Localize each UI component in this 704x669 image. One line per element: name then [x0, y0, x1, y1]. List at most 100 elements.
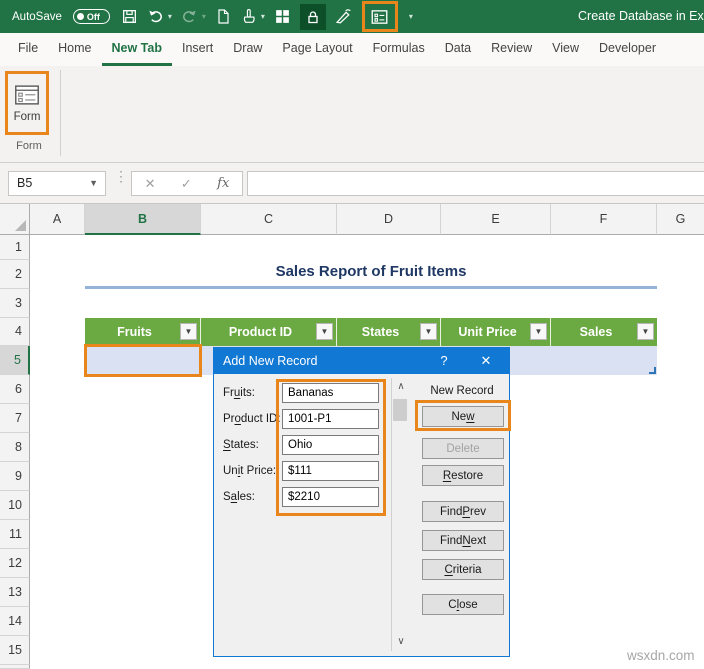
row-header-7[interactable]: 7: [0, 404, 30, 433]
enter-icon[interactable]: ✓: [181, 176, 192, 192]
table-header-states-label: States: [361, 325, 400, 339]
cancel-icon[interactable]: ✕: [145, 176, 156, 192]
quick-access-toolbar: ▾ ▾ ▾ ▾: [121, 1, 413, 32]
save-icon[interactable]: [121, 4, 138, 30]
formula-bar-grip[interactable]: ⋮: [114, 168, 128, 185]
redo-dropdown-icon[interactable]: ▾: [202, 12, 206, 21]
name-box-dropdown-icon[interactable]: ▼: [89, 172, 98, 195]
column-headers: A B C D E F G: [0, 204, 704, 235]
undo-dropdown-icon[interactable]: ▾: [168, 12, 172, 21]
field-label-states: States:: [223, 439, 259, 451]
row-header-1[interactable]: 1: [0, 235, 30, 260]
row-header-12[interactable]: 12: [0, 549, 30, 578]
column-header-f[interactable]: F: [551, 204, 657, 235]
new-file-icon[interactable]: [215, 4, 231, 30]
name-box[interactable]: B5 ▼: [8, 171, 106, 196]
formula-bar: B5 ▼ ⋮ ✕ ✓ fx: [0, 163, 704, 204]
table-header-unit-price-label: Unit Price: [458, 325, 517, 339]
dialog-title-bar[interactable]: Add New Record: [214, 348, 509, 374]
row-header-14[interactable]: 14: [0, 607, 30, 636]
table-header-sales-label: Sales: [579, 325, 613, 339]
form-button-label: Form: [13, 110, 41, 123]
toggle-knob: [76, 13, 84, 20]
filter-dropdown-icon[interactable]: ▼: [637, 323, 654, 340]
find-prev-button[interactable]: Find Prev: [422, 501, 504, 522]
row-header-3[interactable]: 3: [0, 289, 30, 318]
autosave-state: Off: [86, 11, 100, 22]
select-all-triangle-icon: [15, 220, 26, 231]
row-header-13[interactable]: 13: [0, 578, 30, 607]
row-header-10[interactable]: 10: [0, 491, 30, 520]
autosave-label: AutoSave: [12, 10, 62, 23]
row-header-9[interactable]: 9: [0, 462, 30, 491]
more-commands-icon[interactable]: ▾: [409, 12, 413, 21]
touch-mode-icon[interactable]: [240, 4, 257, 30]
column-header-g[interactable]: G: [657, 204, 704, 235]
touch-mode-dropdown-icon[interactable]: ▾: [261, 12, 265, 21]
insert-function-icon[interactable]: fx: [217, 176, 229, 191]
row-header-8[interactable]: 8: [0, 433, 30, 462]
record-status-label: New Record: [430, 385, 494, 397]
tab-home[interactable]: Home: [48, 33, 101, 66]
table-resize-handle[interactable]: [649, 367, 656, 374]
formula-input[interactable]: [247, 171, 704, 196]
scroll-down-icon[interactable]: ∨: [393, 634, 409, 649]
row-header-5[interactable]: 5: [0, 346, 30, 375]
close-button[interactable]: Cl ose: [422, 594, 504, 615]
table-header-states: States ▼: [337, 318, 441, 346]
draw-icon[interactable]: [335, 4, 353, 30]
tab-data[interactable]: Data: [435, 33, 481, 66]
tab-developer[interactable]: Developer: [589, 33, 666, 66]
ribbon-content: Form Form: [0, 66, 704, 163]
undo-icon[interactable]: [147, 4, 164, 30]
field-label-fruits: Fruits:: [223, 387, 255, 399]
autosave-toggle[interactable]: Off: [72, 9, 110, 24]
tab-insert[interactable]: Insert: [172, 33, 223, 66]
criteria-button[interactable]: Criteria: [422, 559, 504, 580]
tab-view[interactable]: View: [542, 33, 589, 66]
tab-draw[interactable]: Draw: [223, 33, 272, 66]
ribbon-group-divider: [60, 70, 61, 156]
ribbon-tab-strip: File Home New Tab Insert Draw Page Layou…: [0, 33, 704, 66]
filter-dropdown-icon[interactable]: ▼: [420, 323, 437, 340]
row-header-4[interactable]: 4: [0, 318, 30, 346]
row-header-6[interactable]: 6: [0, 375, 30, 404]
column-header-b[interactable]: B: [85, 204, 201, 235]
form-button-icon: [15, 84, 39, 105]
tab-page-layout[interactable]: Page Layout: [272, 33, 362, 66]
filter-dropdown-icon[interactable]: ▼: [530, 323, 547, 340]
dialog-close-icon[interactable]: ✕: [471, 348, 501, 374]
row-header-16-partial[interactable]: [0, 665, 30, 669]
tab-new-tab[interactable]: New Tab: [101, 33, 172, 66]
row-header-2[interactable]: 2: [0, 260, 30, 289]
form-icon[interactable]: [370, 4, 389, 30]
field-label-unit-price: Unit Price:: [223, 465, 277, 477]
find-next-button[interactable]: Find Next: [422, 530, 504, 551]
dialog-title: Add New Record: [223, 354, 318, 368]
field-label-product-id: Product ID:: [223, 413, 281, 425]
column-header-e[interactable]: E: [441, 204, 551, 235]
row-header-11[interactable]: 11: [0, 520, 30, 549]
filter-dropdown-icon[interactable]: ▼: [180, 323, 197, 340]
restore-button[interactable]: Restore: [422, 465, 504, 486]
form-icon-highlight-box: [361, 1, 398, 32]
dialog-scrollbar-thumb[interactable]: [393, 399, 407, 421]
grid-icon[interactable]: [274, 4, 291, 30]
select-all-button[interactable]: [0, 204, 30, 235]
row-header-15[interactable]: 15: [0, 636, 30, 665]
tab-file[interactable]: File: [8, 33, 48, 66]
filter-dropdown-icon[interactable]: ▼: [316, 323, 333, 340]
column-header-a[interactable]: A: [30, 204, 85, 235]
table-header-sales: Sales ▼: [551, 318, 657, 346]
table-header-row: Fruits ▼ Product ID ▼ States ▼ Unit Pric…: [85, 318, 657, 346]
lock-icon[interactable]: [299, 3, 326, 30]
form-button[interactable]: Form: [9, 75, 45, 131]
tab-formulas[interactable]: Formulas: [363, 33, 435, 66]
tab-review[interactable]: Review: [481, 33, 542, 66]
column-header-d[interactable]: D: [337, 204, 441, 235]
delete-button[interactable]: Delete: [422, 438, 504, 459]
redo-icon[interactable]: [181, 4, 198, 30]
field-label-sales: Sales:: [223, 491, 255, 503]
dialog-help-button[interactable]: ?: [431, 348, 457, 374]
column-header-c[interactable]: C: [201, 204, 337, 235]
